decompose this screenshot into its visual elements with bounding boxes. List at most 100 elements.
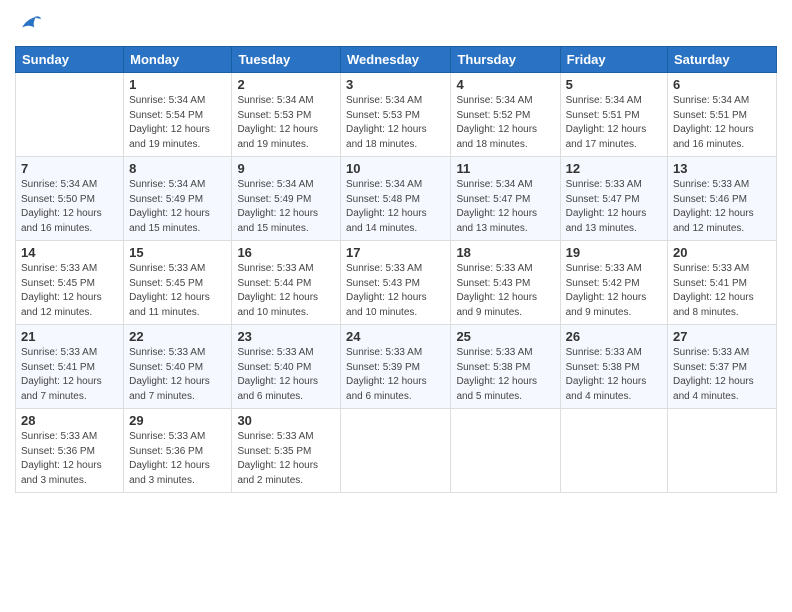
day-number: 10: [346, 161, 445, 176]
day-number: 23: [237, 329, 335, 344]
calendar-day-cell: 19 Sunrise: 5:33 AM Sunset: 5:42 PM Dayl…: [560, 241, 667, 325]
day-info: Sunrise: 5:34 AM Sunset: 5:53 PM Dayligh…: [237, 94, 335, 152]
calendar-day-cell: 5 Sunrise: 5:34 AM Sunset: 5:51 PM Dayli…: [560, 73, 667, 157]
day-number: 7: [21, 161, 118, 176]
calendar-day-cell: 29 Sunrise: 5:33 AM Sunset: 5:36 PM Dayl…: [124, 409, 232, 493]
day-number: 13: [673, 161, 771, 176]
day-number: 2: [237, 77, 335, 92]
day-info: Sunrise: 5:33 AM Sunset: 5:38 PM Dayligh…: [456, 346, 554, 404]
logo-icon: [15, 10, 43, 38]
day-number: 6: [673, 77, 771, 92]
day-info: Sunrise: 5:33 AM Sunset: 5:46 PM Dayligh…: [673, 178, 771, 236]
day-info: Sunrise: 5:33 AM Sunset: 5:45 PM Dayligh…: [21, 262, 118, 320]
calendar-week-row: 7 Sunrise: 5:34 AM Sunset: 5:50 PM Dayli…: [16, 157, 777, 241]
calendar-day-cell: 1 Sunrise: 5:34 AM Sunset: 5:54 PM Dayli…: [124, 73, 232, 157]
calendar-day-cell: 9 Sunrise: 5:34 AM Sunset: 5:49 PM Dayli…: [232, 157, 341, 241]
calendar-week-row: 1 Sunrise: 5:34 AM Sunset: 5:54 PM Dayli…: [16, 73, 777, 157]
day-info: Sunrise: 5:33 AM Sunset: 5:43 PM Dayligh…: [456, 262, 554, 320]
calendar-week-row: 14 Sunrise: 5:33 AM Sunset: 5:45 PM Dayl…: [16, 241, 777, 325]
day-info: Sunrise: 5:33 AM Sunset: 5:35 PM Dayligh…: [237, 430, 335, 488]
calendar-day-cell: 25 Sunrise: 5:33 AM Sunset: 5:38 PM Dayl…: [451, 325, 560, 409]
day-number: 21: [21, 329, 118, 344]
day-info: Sunrise: 5:33 AM Sunset: 5:39 PM Dayligh…: [346, 346, 445, 404]
day-number: 8: [129, 161, 226, 176]
calendar-day-cell: [668, 409, 777, 493]
calendar-week-row: 28 Sunrise: 5:33 AM Sunset: 5:36 PM Dayl…: [16, 409, 777, 493]
day-number: 17: [346, 245, 445, 260]
day-info: Sunrise: 5:33 AM Sunset: 5:45 PM Dayligh…: [129, 262, 226, 320]
page-header: [15, 10, 777, 38]
day-info: Sunrise: 5:34 AM Sunset: 5:48 PM Dayligh…: [346, 178, 445, 236]
day-info: Sunrise: 5:33 AM Sunset: 5:44 PM Dayligh…: [237, 262, 335, 320]
day-number: 4: [456, 77, 554, 92]
day-info: Sunrise: 5:33 AM Sunset: 5:37 PM Dayligh…: [673, 346, 771, 404]
day-info: Sunrise: 5:33 AM Sunset: 5:36 PM Dayligh…: [129, 430, 226, 488]
day-number: 22: [129, 329, 226, 344]
calendar-day-cell: 28 Sunrise: 5:33 AM Sunset: 5:36 PM Dayl…: [16, 409, 124, 493]
calendar-day-cell: [341, 409, 451, 493]
day-info: Sunrise: 5:33 AM Sunset: 5:42 PM Dayligh…: [566, 262, 662, 320]
day-number: 26: [566, 329, 662, 344]
calendar-day-cell: 6 Sunrise: 5:34 AM Sunset: 5:51 PM Dayli…: [668, 73, 777, 157]
day-info: Sunrise: 5:33 AM Sunset: 5:40 PM Dayligh…: [237, 346, 335, 404]
day-of-week-header: Wednesday: [341, 47, 451, 73]
day-number: 9: [237, 161, 335, 176]
day-info: Sunrise: 5:34 AM Sunset: 5:54 PM Dayligh…: [129, 94, 226, 152]
day-info: Sunrise: 5:33 AM Sunset: 5:40 PM Dayligh…: [129, 346, 226, 404]
day-of-week-header: Friday: [560, 47, 667, 73]
calendar-day-cell: [451, 409, 560, 493]
calendar-day-cell: 14 Sunrise: 5:33 AM Sunset: 5:45 PM Dayl…: [16, 241, 124, 325]
day-number: 30: [237, 413, 335, 428]
day-info: Sunrise: 5:34 AM Sunset: 5:49 PM Dayligh…: [129, 178, 226, 236]
calendar-day-cell: 17 Sunrise: 5:33 AM Sunset: 5:43 PM Dayl…: [341, 241, 451, 325]
day-number: 12: [566, 161, 662, 176]
calendar-table: SundayMondayTuesdayWednesdayThursdayFrid…: [15, 46, 777, 493]
calendar-week-row: 21 Sunrise: 5:33 AM Sunset: 5:41 PM Dayl…: [16, 325, 777, 409]
calendar-day-cell: 22 Sunrise: 5:33 AM Sunset: 5:40 PM Dayl…: [124, 325, 232, 409]
day-info: Sunrise: 5:34 AM Sunset: 5:49 PM Dayligh…: [237, 178, 335, 236]
calendar-day-cell: 30 Sunrise: 5:33 AM Sunset: 5:35 PM Dayl…: [232, 409, 341, 493]
day-number: 5: [566, 77, 662, 92]
day-number: 11: [456, 161, 554, 176]
calendar-day-cell: 16 Sunrise: 5:33 AM Sunset: 5:44 PM Dayl…: [232, 241, 341, 325]
day-of-week-header: Tuesday: [232, 47, 341, 73]
day-info: Sunrise: 5:33 AM Sunset: 5:41 PM Dayligh…: [21, 346, 118, 404]
day-of-week-header: Thursday: [451, 47, 560, 73]
day-number: 14: [21, 245, 118, 260]
day-info: Sunrise: 5:33 AM Sunset: 5:43 PM Dayligh…: [346, 262, 445, 320]
day-info: Sunrise: 5:34 AM Sunset: 5:50 PM Dayligh…: [21, 178, 118, 236]
day-number: 19: [566, 245, 662, 260]
day-of-week-header: Sunday: [16, 47, 124, 73]
day-number: 28: [21, 413, 118, 428]
day-number: 25: [456, 329, 554, 344]
day-of-week-header: Saturday: [668, 47, 777, 73]
calendar-day-cell: 12 Sunrise: 5:33 AM Sunset: 5:47 PM Dayl…: [560, 157, 667, 241]
logo: [15, 10, 47, 38]
calendar-day-cell: 7 Sunrise: 5:34 AM Sunset: 5:50 PM Dayli…: [16, 157, 124, 241]
calendar-day-cell: 18 Sunrise: 5:33 AM Sunset: 5:43 PM Dayl…: [451, 241, 560, 325]
calendar-day-cell: 11 Sunrise: 5:34 AM Sunset: 5:47 PM Dayl…: [451, 157, 560, 241]
calendar-day-cell: 27 Sunrise: 5:33 AM Sunset: 5:37 PM Dayl…: [668, 325, 777, 409]
calendar-day-cell: 23 Sunrise: 5:33 AM Sunset: 5:40 PM Dayl…: [232, 325, 341, 409]
day-info: Sunrise: 5:34 AM Sunset: 5:51 PM Dayligh…: [566, 94, 662, 152]
calendar-day-cell: 4 Sunrise: 5:34 AM Sunset: 5:52 PM Dayli…: [451, 73, 560, 157]
day-number: 18: [456, 245, 554, 260]
day-info: Sunrise: 5:33 AM Sunset: 5:47 PM Dayligh…: [566, 178, 662, 236]
day-number: 3: [346, 77, 445, 92]
calendar-day-cell: 3 Sunrise: 5:34 AM Sunset: 5:53 PM Dayli…: [341, 73, 451, 157]
calendar-day-cell: 2 Sunrise: 5:34 AM Sunset: 5:53 PM Dayli…: [232, 73, 341, 157]
calendar-header-row: SundayMondayTuesdayWednesdayThursdayFrid…: [16, 47, 777, 73]
calendar-day-cell: 26 Sunrise: 5:33 AM Sunset: 5:38 PM Dayl…: [560, 325, 667, 409]
day-info: Sunrise: 5:33 AM Sunset: 5:36 PM Dayligh…: [21, 430, 118, 488]
day-number: 16: [237, 245, 335, 260]
calendar-day-cell: [560, 409, 667, 493]
calendar-day-cell: [16, 73, 124, 157]
calendar-day-cell: 13 Sunrise: 5:33 AM Sunset: 5:46 PM Dayl…: [668, 157, 777, 241]
day-info: Sunrise: 5:34 AM Sunset: 5:53 PM Dayligh…: [346, 94, 445, 152]
calendar-day-cell: 21 Sunrise: 5:33 AM Sunset: 5:41 PM Dayl…: [16, 325, 124, 409]
day-info: Sunrise: 5:33 AM Sunset: 5:41 PM Dayligh…: [673, 262, 771, 320]
day-info: Sunrise: 5:34 AM Sunset: 5:47 PM Dayligh…: [456, 178, 554, 236]
calendar-day-cell: 10 Sunrise: 5:34 AM Sunset: 5:48 PM Dayl…: [341, 157, 451, 241]
day-number: 27: [673, 329, 771, 344]
day-number: 29: [129, 413, 226, 428]
